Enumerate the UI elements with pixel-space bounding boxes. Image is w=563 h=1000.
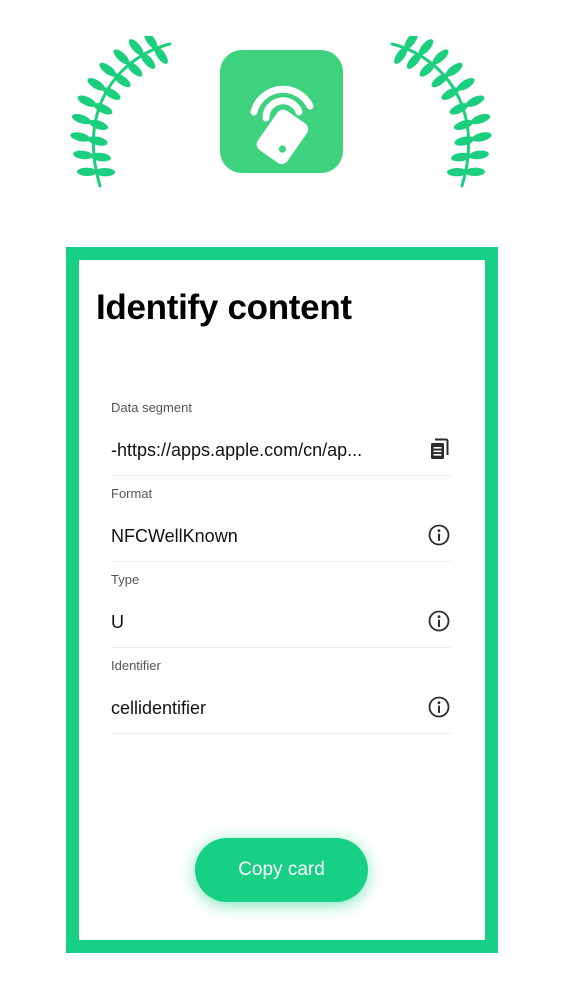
field-value: NFCWellKnown <box>111 526 238 546</box>
laurel-leaf <box>453 119 474 131</box>
info-icon[interactable] <box>427 523 451 547</box>
laurel-leaf <box>470 113 491 125</box>
identify-content-card: Identify content Data segment -https://a… <box>66 247 498 953</box>
field-label: Data segment <box>111 400 192 415</box>
field-divider <box>111 475 451 476</box>
laurel-leaf <box>468 150 489 160</box>
card-title: Identify content <box>96 288 352 327</box>
field-divider <box>111 561 451 562</box>
field-value[interactable]: -https://apps.apple.com/cn/ap... <box>111 440 362 461</box>
laurel-leaf <box>73 150 94 160</box>
field-value: cellidentifier <box>111 698 207 718</box>
info-icon[interactable] <box>427 695 451 719</box>
field-identifier: Identifier cellidentifier <box>111 658 451 744</box>
laurel-leaf <box>454 136 475 146</box>
laurel-leaf <box>126 61 143 77</box>
laurel-leaf <box>71 113 92 125</box>
laurel-leaf <box>70 132 91 142</box>
laurel-right-icon <box>390 36 492 188</box>
field-data-segment: Data segment -https://apps.apple.com/cn/… <box>111 400 451 486</box>
app-icon <box>220 50 343 173</box>
field-divider <box>111 733 451 734</box>
field-label: Identifier <box>111 658 161 673</box>
field-label: Type <box>111 572 140 587</box>
nfc-card-tap-icon <box>250 85 314 165</box>
laurel-right-branch <box>390 36 492 188</box>
field-divider <box>111 647 451 648</box>
field-format: Format NFCWellKnown <box>111 486 451 572</box>
laurel-leaf <box>87 136 108 146</box>
field-label: Format <box>111 486 153 501</box>
laurel-leaf <box>471 132 492 142</box>
nfc-result-page: Identify content Data segment -https://a… <box>0 0 563 1000</box>
laurel-left-branch <box>70 36 172 188</box>
field-value: U <box>111 612 124 632</box>
laurel-leaf <box>464 167 485 177</box>
info-icon[interactable] <box>427 609 451 633</box>
field-type: Type U <box>111 572 451 658</box>
copy-document-icon[interactable] <box>427 437 451 461</box>
laurel-leaf <box>88 119 109 131</box>
laurel-leaf <box>419 61 436 77</box>
laurel-left-icon <box>70 36 172 188</box>
laurel-leaf <box>77 167 98 177</box>
copy-card-button[interactable]: Copy card <box>195 838 368 902</box>
